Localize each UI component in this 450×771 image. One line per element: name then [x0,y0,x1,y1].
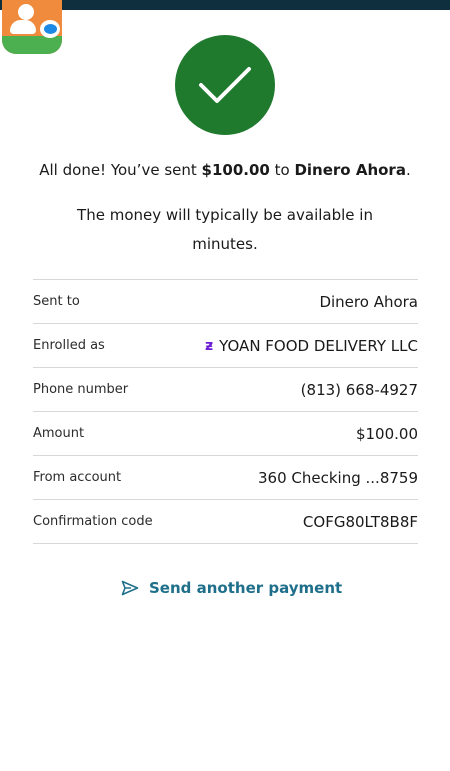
send-another-payment-link[interactable]: Send another payment [121,576,342,600]
confirmation-message: All done! You’ve sent $100.00 to Dinero … [39,161,411,179]
detail-row-phone: Phone number (813) 668-4927 [33,368,418,412]
success-check-icon [175,35,275,135]
zelle-icon: ƶ [205,337,214,354]
detail-row-confirmation-code: Confirmation code COFG80LT8B8F [33,500,418,544]
payment-details: Sent to Dinero Ahora Enrolled as ƶ YOAN … [33,279,418,544]
availability-message: The money will typically be available in… [77,206,373,253]
detail-row-enrolled-as: Enrolled as ƶ YOAN FOOD DELIVERY LLC [33,324,418,368]
check-icon [199,67,251,103]
detail-row-from-account: From account 360 Checking ...8759 [33,456,418,500]
detail-row-sent-to: Sent to Dinero Ahora [33,280,418,324]
messaging-app-icon[interactable] [2,0,62,54]
recipient-name: Dinero Ahora [294,161,406,179]
top-status-bar [0,0,450,10]
detail-row-amount: Amount $100.00 [33,412,418,456]
sent-amount: $100.00 [201,161,270,179]
send-arrow-icon [121,580,139,596]
